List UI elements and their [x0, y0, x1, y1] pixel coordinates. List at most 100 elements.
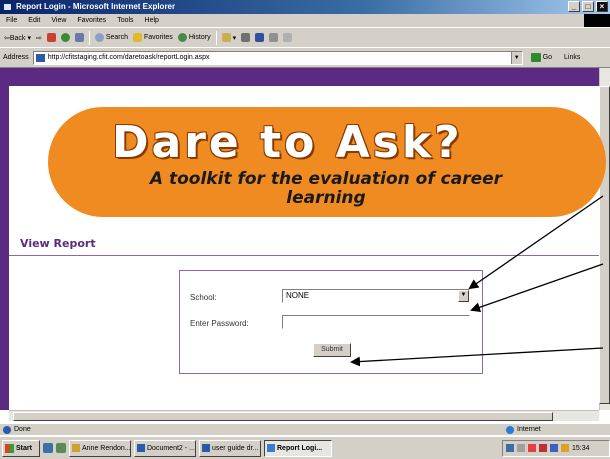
- favorites-button[interactable]: Favorites: [133, 33, 173, 42]
- stop-button[interactable]: [46, 33, 56, 42]
- search-icon: [94, 33, 104, 42]
- maximize-button[interactable]: □: [582, 1, 594, 12]
- links-button[interactable]: Links: [564, 54, 580, 61]
- forward-arrow-icon: ⇨: [35, 34, 42, 42]
- status-bar: Done Internet: [0, 423, 610, 435]
- taskbar-item[interactable]: Document2 - ...: [134, 439, 196, 457]
- menu-favorites[interactable]: Favorites: [77, 17, 106, 24]
- go-label: Go: [542, 54, 553, 61]
- chevron-down-icon[interactable]: ▼: [458, 290, 469, 302]
- submit-button[interactable]: Submit: [313, 343, 351, 357]
- start-label: Start: [16, 444, 32, 452]
- window-title: Report Login - Microsoft Internet Explor…: [16, 2, 176, 11]
- menu-file[interactable]: File: [6, 17, 17, 24]
- taskbar-item-label: Document2 - ...: [147, 444, 195, 452]
- address-bar: Address http://cfitstaging.cfit.com/dare…: [0, 47, 610, 68]
- school-select[interactable]: NONE ▼: [282, 289, 470, 303]
- chevron-down-icon: ▾: [232, 34, 237, 42]
- security-zone: Internet: [506, 424, 541, 435]
- school-select-value: NONE: [286, 291, 310, 300]
- internet-globe-icon: [506, 425, 514, 434]
- page-done-icon: [3, 426, 11, 434]
- toolbar-separator: [215, 30, 217, 45]
- quick-launch-ie-icon[interactable]: [43, 443, 53, 453]
- menu-edit[interactable]: Edit: [28, 17, 40, 24]
- vertical-scroll-thumb[interactable]: [599, 86, 610, 404]
- refresh-button[interactable]: [60, 33, 70, 42]
- discuss-icon: [269, 33, 279, 42]
- favorites-label: Favorites: [144, 34, 173, 41]
- horizontal-scrollbar[interactable]: [9, 410, 599, 421]
- mail-icon: [221, 33, 231, 42]
- start-button[interactable]: Start: [2, 439, 40, 457]
- home-button[interactable]: [74, 33, 84, 42]
- banner-title: Dare to Ask?: [112, 117, 463, 168]
- messenger-button[interactable]: [283, 33, 293, 42]
- password-field[interactable]: [282, 315, 470, 329]
- tray-network-icon[interactable]: [506, 444, 514, 452]
- close-button[interactable]: ×: [596, 1, 608, 12]
- window-titlebar: Report Login - Microsoft Internet Explor…: [0, 0, 610, 14]
- menu-view[interactable]: View: [51, 17, 66, 24]
- taskbar-item-label: Report Logi...: [277, 444, 323, 452]
- taskbar-item-label: Anne Rendon...: [82, 444, 131, 452]
- vertical-scrollbar[interactable]: [599, 68, 610, 410]
- status-text: Done: [14, 426, 31, 433]
- search-button[interactable]: Search: [94, 33, 128, 42]
- tray-speaker-icon[interactable]: [561, 444, 569, 452]
- taskbar-item[interactable]: user guide dr...: [199, 439, 261, 457]
- address-url: http://cfitstaging.cfit.com/daretoask/re…: [47, 53, 210, 61]
- menu-bar: File Edit View Favorites Tools Help: [0, 14, 610, 27]
- edit-button[interactable]: [255, 33, 265, 42]
- taskbar-item-label: user guide dr...: [212, 444, 259, 452]
- quick-launch-desktop-icon[interactable]: [56, 443, 66, 453]
- outlook-icon: [72, 444, 80, 452]
- page-title: View Report: [20, 237, 96, 250]
- messenger-icon: [283, 33, 293, 42]
- dare-to-ask-banner: Dare to Ask? A toolkit for the evaluatio…: [48, 107, 606, 217]
- history-label: History: [188, 34, 211, 41]
- menu-tools[interactable]: Tools: [117, 17, 133, 24]
- standard-toolbar: ⇦Back ▾ ⇨ Search Favorites History ▾: [0, 27, 610, 47]
- menu-help[interactable]: Help: [145, 17, 159, 24]
- taskbar-item[interactable]: Anne Rendon...: [69, 439, 131, 457]
- horizontal-scroll-thumb[interactable]: [13, 412, 553, 421]
- forward-button[interactable]: ⇨: [36, 34, 42, 42]
- mail-button[interactable]: ▾: [221, 33, 237, 42]
- refresh-icon: [60, 33, 70, 42]
- page-icon: [35, 53, 45, 62]
- report-login-form: School: NONE ▼ Enter Password: Submit: [179, 270, 483, 374]
- ie-icon: [267, 444, 275, 452]
- discuss-button[interactable]: [269, 33, 279, 42]
- minimize-button[interactable]: _: [568, 1, 580, 12]
- taskbar-item-active[interactable]: Report Logi...: [264, 439, 332, 457]
- tray-n-icon[interactable]: [539, 444, 547, 452]
- tray-printer-icon[interactable]: [517, 444, 525, 452]
- clock: 15:34: [572, 444, 590, 452]
- edit-icon: [255, 33, 265, 42]
- chevron-down-icon: ▾: [27, 34, 31, 42]
- back-button-label: ⇦Back: [4, 34, 26, 42]
- tray-mail-icon[interactable]: [550, 444, 558, 452]
- print-button[interactable]: [241, 33, 251, 42]
- site-border-left: [0, 68, 9, 410]
- ie-app-icon: [3, 3, 12, 11]
- password-label: Enter Password:: [190, 319, 249, 328]
- site-header-strip: [9, 68, 599, 86]
- history-button[interactable]: History: [177, 33, 211, 42]
- go-arrow-icon: [530, 53, 541, 62]
- tray-antivirus-icon[interactable]: [528, 444, 536, 452]
- word-icon: [137, 444, 145, 452]
- back-button[interactable]: ⇦Back ▾: [4, 34, 31, 42]
- go-button[interactable]: Go: [530, 53, 553, 62]
- favorites-icon: [133, 33, 143, 42]
- address-input[interactable]: http://cfitstaging.cfit.com/daretoask/re…: [32, 50, 523, 65]
- windows-flag-icon: [5, 443, 14, 453]
- address-dropdown-button[interactable]: ▼: [510, 51, 522, 64]
- windows-taskbar: Start Anne Rendon... Document2 - ... use…: [0, 436, 610, 459]
- stop-icon: [46, 33, 56, 42]
- print-icon: [241, 33, 251, 42]
- word-icon: [202, 444, 210, 452]
- zone-label: Internet: [517, 426, 541, 433]
- system-tray: 15:34: [502, 439, 610, 457]
